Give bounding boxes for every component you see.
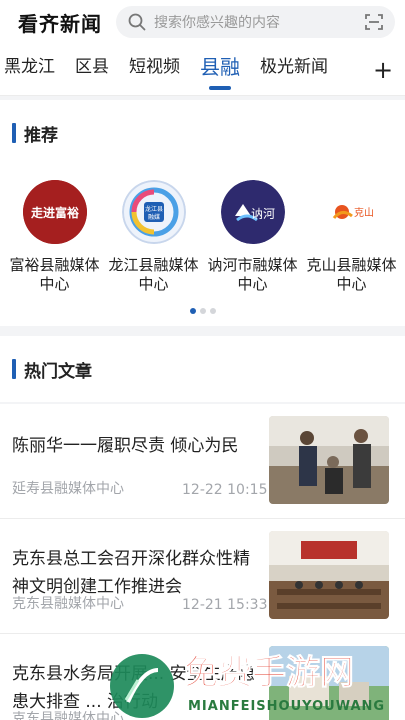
section-marker xyxy=(12,359,16,379)
channel-tabs: 黑龙江 区县 短视频 县融 极光新闻 + xyxy=(0,44,405,96)
recommend-item[interactable]: 龙江县 融媒 龙江县融媒体中心 xyxy=(105,180,202,294)
fuyu-logo-icon: 走进富裕 xyxy=(22,180,87,244)
svg-text:克山: 克山 xyxy=(354,207,374,219)
svg-text:走进富裕: 走进富裕 xyxy=(30,205,78,220)
recommend-row: 走进富裕 富裕县融媒体中心 龙江县 融媒 龙江县融媒体中心 讷河 讷河市融媒体中心… xyxy=(0,180,405,294)
svg-text:龙江县: 龙江县 xyxy=(144,205,162,213)
svg-text:融媒: 融媒 xyxy=(147,213,159,221)
recommend-item-name: 讷河市融媒体中心 xyxy=(207,256,298,293)
article-title: 陈丽华一一履职尽责 倾心为民 xyxy=(12,436,239,456)
nehe-logo-icon: 讷河 xyxy=(220,180,285,244)
recommend-item[interactable]: 走进富裕 富裕县融媒体中心 xyxy=(6,180,103,294)
carousel-dot xyxy=(209,308,216,314)
recommend-carousel[interactable]: 走进富裕 富裕县融媒体中心 龙江县 融媒 龙江县融媒体中心 讷河 讷河市融媒体中心… xyxy=(0,166,405,326)
tab-aurora-news[interactable]: 极光新闻 xyxy=(250,44,338,96)
app-title: 看齐新闻 xyxy=(18,11,102,36)
carousel-dot xyxy=(189,308,196,314)
article-source: 克东县融媒体中心 xyxy=(12,711,124,720)
recommend-item-name: 克山县融媒体中心 xyxy=(306,256,397,293)
keshan-logo-icon: 克山 xyxy=(319,180,384,244)
recommend-item[interactable]: 讷河 讷河市融媒体中心 xyxy=(204,180,301,294)
search-box[interactable]: 搜索你感兴趣的内容 xyxy=(116,6,395,38)
carousel-indicator xyxy=(0,308,405,314)
article-list: 陈丽华一一履职尽责 倾心为民 延寿县融媒体中心 12-22 10:15 克东县总 xyxy=(0,404,405,720)
article-time: 12-21 15:33 xyxy=(182,597,268,613)
app-screen: 看齐新闻 搜索你感兴趣的内容 黑龙江 区县 短视频 县融 极光新闻 + 推荐 走… xyxy=(0,0,405,720)
add-channel-icon[interactable]: + xyxy=(371,44,395,96)
recommend-title: 推荐 xyxy=(24,125,58,146)
search-placeholder: 搜索你感兴趣的内容 xyxy=(154,15,280,31)
recommend-header: 推荐 xyxy=(0,100,405,166)
tab-heilongjiang[interactable]: 黑龙江 xyxy=(0,44,65,96)
hot-header: 热门文章 xyxy=(0,336,405,402)
tab-county-media[interactable]: 县融 xyxy=(190,44,250,96)
svg-text:讷河: 讷河 xyxy=(250,207,274,221)
recommend-item[interactable]: 克山 克山县融媒体中心 xyxy=(303,180,400,294)
recommend-item-name: 龙江县融媒体中心 xyxy=(108,256,199,293)
article-thumbnail xyxy=(269,531,389,619)
search-icon xyxy=(126,11,148,33)
article-item[interactable]: 克东县水务局开展... 安全生产隐患大排查 ... 治行动 克东县融媒体中心 xyxy=(0,634,405,720)
hot-title: 热门文章 xyxy=(24,361,92,382)
longjiang-logo-icon: 龙江县 融媒 xyxy=(121,180,186,244)
article-thumbnail xyxy=(269,416,389,504)
article-item[interactable]: 陈丽华一一履职尽责 倾心为民 延寿县融媒体中心 12-22 10:15 xyxy=(0,404,405,519)
article-source: 延寿县融媒体中心 xyxy=(12,481,124,497)
tab-districts[interactable]: 区县 xyxy=(65,44,119,96)
article-time: 12-22 10:15 xyxy=(182,482,268,498)
article-item[interactable]: 克东县总工会召开深化群众性精神文明创建工作推进会 克东县融媒体中心 12-21 … xyxy=(0,519,405,634)
top-bar: 看齐新闻 搜索你感兴趣的内容 xyxy=(0,0,405,44)
recommend-item-name: 富裕县融媒体中心 xyxy=(9,256,100,293)
carousel-dot xyxy=(199,308,206,314)
article-source: 克东县融媒体中心 xyxy=(12,596,124,612)
article-thumbnail xyxy=(269,646,389,720)
section-marker xyxy=(12,123,16,143)
tab-short-video[interactable]: 短视频 xyxy=(119,44,190,96)
scan-icon[interactable] xyxy=(363,11,385,33)
